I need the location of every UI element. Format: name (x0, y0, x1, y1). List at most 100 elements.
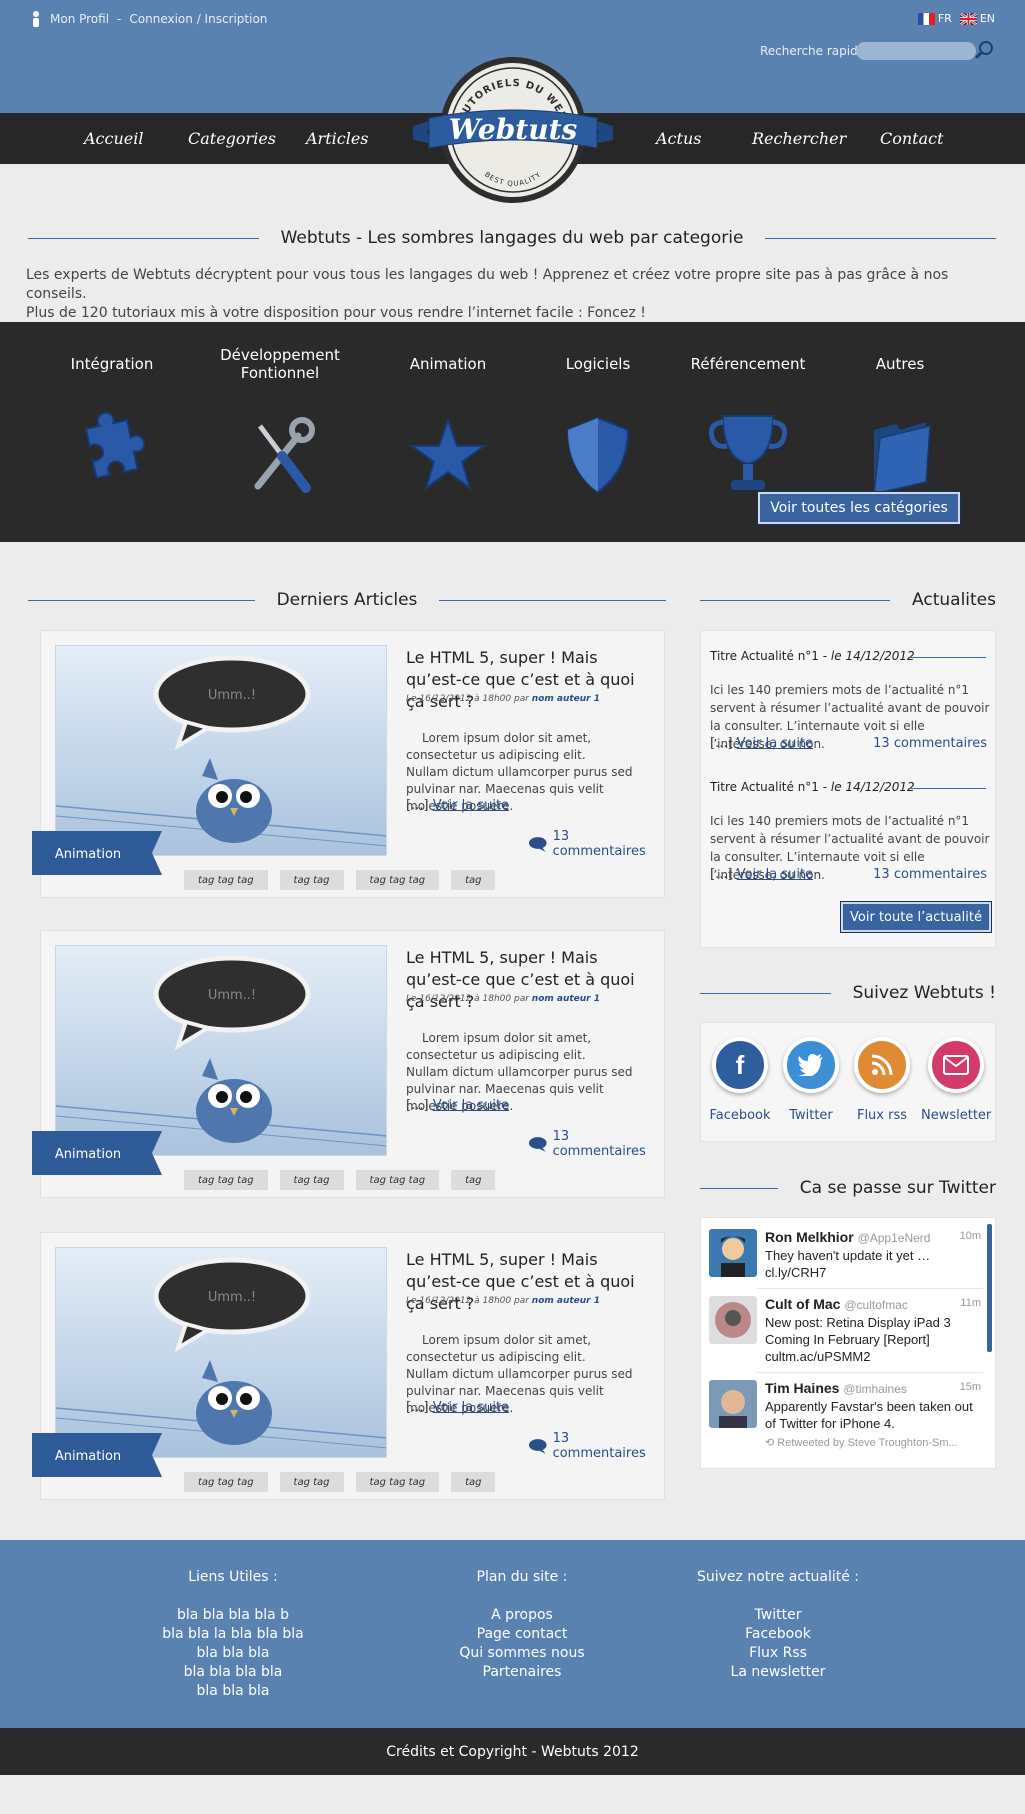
article-thumbnail[interactable]: Umm..! (55, 1247, 387, 1458)
footer-link[interactable]: bla bla bla bla b (103, 1606, 363, 1625)
news-box: Titre Actualité n°1 - le 14/12/2012 Ici … (700, 630, 996, 948)
intro-title-bar: Webtuts - Les sombres langages du web pa… (28, 228, 997, 248)
divider (700, 599, 891, 601)
read-more-link[interactable]: Voir la suite (433, 1400, 509, 1415)
nav-categories[interactable]: Categories (188, 129, 276, 148)
tag[interactable]: tag tag (279, 1472, 344, 1492)
footer-link[interactable]: bla bla bla (103, 1682, 363, 1701)
footer-link[interactable]: A propos (392, 1606, 652, 1625)
account-links: Mon Profil - Connexion / Inscription (30, 11, 267, 27)
avatar (709, 1296, 757, 1344)
footer-link[interactable]: Twitter (648, 1606, 908, 1625)
category-label: Animation (409, 355, 487, 373)
lang-fr[interactable]: FR (917, 12, 952, 25)
social-newsletter[interactable]: Newsletter (921, 1037, 991, 1123)
article-author[interactable]: nom auteur 1 (532, 994, 600, 1004)
read-more-link[interactable]: Voir la suite (433, 798, 509, 813)
lang-en[interactable]: EN (959, 12, 995, 25)
tag[interactable]: tag (451, 1472, 496, 1492)
read-more-link[interactable]: Voir la suite (737, 736, 813, 751)
category-integration[interactable]: Intégration (37, 344, 187, 500)
language-switcher: FR EN (917, 12, 995, 25)
footer-link[interactable]: Qui sommes nous (392, 1644, 652, 1663)
footer-link[interactable]: bla bla bla (103, 1644, 363, 1663)
tag[interactable]: tag (451, 1170, 496, 1190)
all-news-button[interactable]: Voir toute l’actualité (841, 902, 991, 932)
news-item-title[interactable]: Titre Actualité n°1 - le 14/12/2012 (710, 780, 915, 794)
news-comments-count[interactable]: 13 commentaires (873, 736, 987, 751)
article-author[interactable]: nom auteur 1 (532, 694, 600, 704)
footer-link[interactable]: Facebook (648, 1625, 908, 1644)
read-more-link[interactable]: Voir la suite (433, 1098, 509, 1113)
nav-accueil[interactable]: Accueil (84, 129, 143, 148)
nav-articles[interactable]: Articles (306, 129, 369, 148)
nav-contact[interactable]: Contact (880, 129, 944, 148)
divider (908, 788, 986, 789)
search-input[interactable] (856, 42, 976, 60)
bird-illustration: Umm..! (56, 655, 386, 847)
nav-actus[interactable]: Actus (656, 129, 701, 148)
login-link[interactable]: Connexion / Inscription (129, 12, 267, 26)
tag[interactable]: tag (451, 870, 496, 890)
category-logiciels[interactable]: Logiciels (523, 344, 673, 500)
tweet[interactable]: Cult of Mac @cultofmac 11m New post: Ret… (709, 1296, 981, 1370)
search-icon[interactable] (975, 40, 995, 60)
divider (757, 1372, 983, 1373)
social-facebook[interactable]: f Facebook (705, 1037, 775, 1123)
bubble-text: Umm..! (208, 1290, 256, 1305)
facebook-icon: f (712, 1037, 768, 1093)
tag[interactable]: tag tag tag (184, 870, 268, 890)
article-excerpt-line: Lorem ipsum dolor sit amet, consectetur … (406, 1333, 592, 1364)
tag[interactable]: tag tag tag (355, 870, 440, 890)
category-animation[interactable]: Animation (373, 344, 523, 500)
tag[interactable]: tag tag (279, 870, 344, 890)
footer-link[interactable]: Page contact (392, 1625, 652, 1644)
scrollbar-thumb[interactable] (987, 1224, 992, 1352)
article-date: Le 16/12/2012 à 18h00 par (406, 694, 532, 704)
tweet-time: 11m (960, 1297, 981, 1309)
category-developpement[interactable]: Développement Fontionnel (205, 344, 355, 500)
category-referencement[interactable]: Référencement (673, 344, 823, 500)
news-item-title[interactable]: Titre Actualité n°1 - le 14/12/2012 (710, 649, 915, 663)
all-categories-button[interactable]: Voir toutes les catégories (758, 492, 960, 524)
tweet-text: Apparently Favstar's been taken out of T… (765, 1399, 973, 1431)
footer-link[interactable]: La newsletter (648, 1663, 908, 1682)
comments-count: 13 commentaires (552, 1129, 646, 1159)
category-ribbon: Animation (32, 1131, 162, 1175)
news-item-date: le 14/12/2012 (830, 649, 915, 663)
tweet[interactable]: Tim Haines @timhaines 15m Apparently Fav… (709, 1380, 981, 1460)
tag[interactable]: tag tag (279, 1170, 344, 1190)
footer-link[interactable]: Partenaires (392, 1663, 652, 1682)
article-comments[interactable]: 13 commentaires (528, 1129, 664, 1159)
category-autres[interactable]: Autres (825, 344, 975, 500)
footer-link[interactable]: bla bla bla bla (103, 1663, 363, 1682)
twitter-title-bar: Ca se passe sur Twitter (700, 1178, 996, 1198)
social-rss[interactable]: Flux rss (847, 1037, 917, 1123)
tag[interactable]: tag tag tag (184, 1170, 268, 1190)
news-comments-count[interactable]: 13 commentaires (873, 867, 987, 882)
star-icon (408, 416, 488, 491)
tag[interactable]: tag tag tag (184, 1472, 268, 1492)
divider (765, 237, 997, 239)
category-label: Référencement (690, 355, 806, 373)
article-read-more: [...] Voir la suite (406, 1098, 509, 1113)
category-label: Autres (875, 355, 925, 373)
profile-link[interactable]: Mon Profil (50, 12, 109, 26)
twitter-icon (783, 1037, 839, 1093)
footer-link[interactable]: bla bla la bla bla bla (103, 1625, 363, 1644)
webtuts-logo[interactable]: TUTORIELS DU WEB BEST QUALITY Webtuts (413, 56, 613, 204)
article-thumbnail[interactable]: Umm..! (55, 945, 387, 1156)
tweet[interactable]: Ron Melkhior @App1eNerd 10m They haven't… (709, 1229, 981, 1285)
footer-link[interactable]: Flux Rss (648, 1644, 908, 1663)
article-thumbnail[interactable]: Umm..! (55, 645, 387, 856)
tools-icon (254, 417, 315, 493)
social-twitter[interactable]: Twitter (776, 1037, 846, 1123)
nav-rechercher[interactable]: Rechercher (752, 129, 846, 148)
read-more-link[interactable]: Voir la suite (737, 867, 813, 882)
article-comments[interactable]: 13 commentaires (528, 1431, 664, 1461)
article-author[interactable]: nom auteur 1 (532, 1296, 600, 1306)
article-comments[interactable]: 13 commentaires (528, 829, 664, 859)
tag[interactable]: tag tag tag (355, 1170, 440, 1190)
tag[interactable]: tag tag tag (355, 1472, 440, 1492)
intro-text: Les experts de Webtuts décryptent pour v… (26, 266, 986, 323)
